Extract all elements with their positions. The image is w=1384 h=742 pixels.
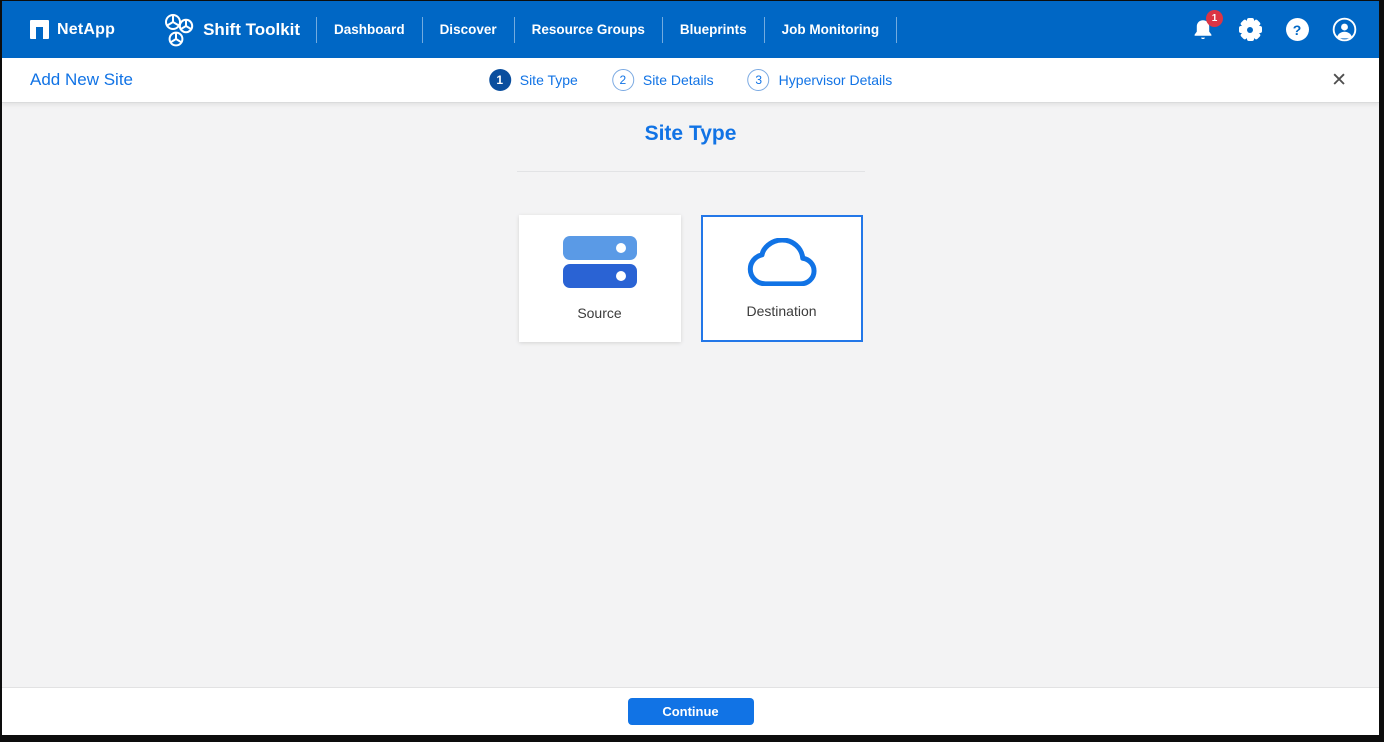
nav-item-dashboard[interactable]: Dashboard	[319, 22, 420, 37]
card-label: Source	[577, 305, 621, 321]
continue-button[interactable]: Continue	[628, 698, 754, 725]
brand-name: Shift Toolkit	[203, 20, 300, 40]
wizard-stepper: 1 Site Type 2 Site Details 3 Hypervisor …	[489, 69, 893, 91]
netapp-logo-text: NetApp	[57, 21, 115, 39]
notifications-button[interactable]: 1	[1190, 17, 1216, 43]
step-number: 1	[489, 69, 511, 91]
wizard-footer: Continue	[2, 687, 1379, 735]
app-window: NetApp Shift Toolkit Dashboard Discover	[2, 1, 1379, 735]
shift-toolkit-brand[interactable]: Shift Toolkit	[163, 13, 300, 47]
top-navbar: NetApp Shift Toolkit Dashboard Discover	[2, 1, 1379, 58]
main-nav: Dashboard Discover Resource Groups Bluep…	[319, 17, 899, 43]
nav-divider	[316, 17, 317, 43]
step-label: Hypervisor Details	[779, 72, 893, 88]
section-heading: Site Type	[645, 122, 737, 146]
step-number: 3	[748, 69, 770, 91]
account-button[interactable]	[1331, 17, 1357, 43]
cloud-icon	[747, 238, 817, 286]
nav-item-resource-groups[interactable]: Resource Groups	[517, 22, 660, 37]
notification-badge: 1	[1206, 10, 1223, 27]
destination-card[interactable]: Destination	[701, 215, 863, 342]
netapp-logo[interactable]: NetApp	[30, 20, 115, 39]
nav-divider	[764, 17, 765, 43]
user-icon	[1332, 17, 1357, 42]
step-label: Site Details	[643, 72, 714, 88]
nav-divider	[896, 17, 897, 43]
nav-item-blueprints[interactable]: Blueprints	[665, 22, 762, 37]
wizard-header: Add New Site 1 Site Type 2 Site Details …	[2, 58, 1379, 103]
source-card[interactable]: Source	[519, 215, 681, 342]
settings-button[interactable]	[1237, 17, 1263, 43]
gear-icon	[1239, 18, 1262, 41]
step-hypervisor-details[interactable]: 3 Hypervisor Details	[748, 69, 893, 91]
site-type-cards: Source Destination	[519, 215, 863, 342]
server-stack-icon	[563, 236, 637, 288]
nav-divider	[422, 17, 423, 43]
nav-divider	[514, 17, 515, 43]
nav-item-discover[interactable]: Discover	[425, 22, 512, 37]
nav-item-job-monitoring[interactable]: Job Monitoring	[767, 22, 894, 37]
shift-toolkit-icon	[163, 13, 194, 47]
page-title: Add New Site	[30, 70, 133, 90]
netapp-logo-icon	[30, 20, 49, 39]
help-icon: ?	[1286, 18, 1309, 41]
step-number: 2	[612, 69, 634, 91]
main-content: Site Type Source Destination	[2, 103, 1379, 687]
card-label: Destination	[746, 303, 816, 319]
step-label: Site Type	[520, 72, 578, 88]
step-site-type[interactable]: 1 Site Type	[489, 69, 578, 91]
navbar-actions: 1 ?	[1190, 17, 1357, 43]
help-button[interactable]: ?	[1284, 17, 1310, 43]
step-site-details[interactable]: 2 Site Details	[612, 69, 714, 91]
heading-divider	[517, 171, 865, 172]
close-icon[interactable]: ✕	[1327, 67, 1351, 94]
nav-divider	[662, 17, 663, 43]
